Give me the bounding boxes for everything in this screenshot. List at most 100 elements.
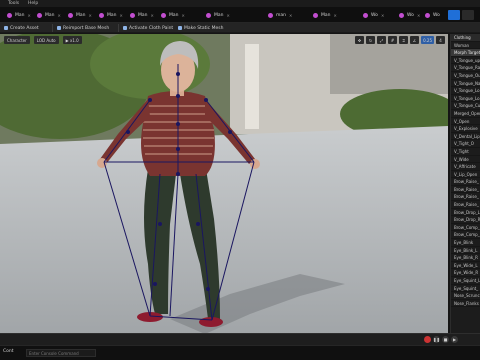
asset-icon bbox=[161, 13, 166, 18]
asset-icon bbox=[268, 13, 273, 18]
status-bar: Cont Enter Console Command bbox=[0, 345, 480, 360]
morph-target-item[interactable]: Brow_Raise_ bbox=[451, 193, 480, 202]
record-button[interactable] bbox=[424, 336, 431, 343]
tab-6[interactable]: Man ✕ bbox=[158, 10, 188, 21]
close-icon[interactable]: ✕ bbox=[182, 13, 185, 18]
morph-target-item[interactable]: V_Tight_O bbox=[451, 140, 480, 148]
asset-icon bbox=[313, 13, 318, 18]
tab-7[interactable]: Man ✕ bbox=[203, 10, 233, 21]
tab-4[interactable]: Man ✕ bbox=[96, 10, 126, 21]
morph-target-item[interactable]: V_Tongue_Lo bbox=[451, 87, 480, 95]
asset-icon bbox=[99, 13, 104, 18]
character-menu-button[interactable]: Character bbox=[4, 36, 30, 44]
create-asset-label: Create Asset bbox=[10, 25, 39, 31]
morph-target-item[interactable]: Nose_Scrunc bbox=[451, 292, 480, 300]
morph-target-item[interactable]: Brow_Comp_ bbox=[451, 224, 480, 232]
morph-target-item[interactable]: V_Tongue_Cu bbox=[451, 102, 480, 110]
morph-target-item[interactable]: Brow_Raise_ bbox=[451, 201, 480, 209]
tab-label: Man bbox=[45, 13, 55, 18]
tab-2[interactable]: Man ✕ bbox=[34, 10, 64, 21]
create-asset-button[interactable]: Create Asset bbox=[4, 24, 39, 32]
morph-target-item[interactable]: Eye_Blink bbox=[451, 239, 480, 247]
close-icon[interactable]: ✕ bbox=[28, 13, 31, 18]
morph-target-item[interactable]: Merged_Open bbox=[451, 110, 480, 118]
close-icon[interactable]: ✕ bbox=[89, 13, 92, 18]
close-icon[interactable]: ✕ bbox=[58, 13, 61, 18]
console-command-input[interactable]: Enter Console Command bbox=[26, 349, 96, 357]
close-icon[interactable]: ✕ bbox=[151, 13, 154, 18]
tab-11[interactable]: Wo ✕ bbox=[396, 10, 423, 21]
morph-target-item[interactable]: V_Lip_Open bbox=[451, 171, 480, 179]
morph-target-item[interactable]: V_Open bbox=[451, 118, 480, 126]
morph-target-item[interactable]: Brow_Drop_R bbox=[451, 216, 480, 224]
morph-target-item[interactable]: V_Tongue_Ra bbox=[451, 64, 480, 72]
morph-target-item[interactable]: V_Dental_Lip bbox=[451, 133, 480, 141]
close-icon[interactable]: ✕ bbox=[120, 13, 123, 18]
morph-target-item[interactable]: V_Affricate bbox=[451, 163, 480, 171]
stop-icon[interactable]: ■ bbox=[442, 336, 449, 343]
tab-8[interactable]: man ✕ bbox=[265, 10, 295, 21]
morph-target-item[interactable]: V_Tongue_Lo bbox=[451, 95, 480, 103]
close-icon[interactable]: ✕ bbox=[227, 13, 230, 18]
tab-3[interactable]: Man ✕ bbox=[65, 10, 95, 21]
tab-12[interactable]: Wo bbox=[422, 10, 443, 21]
tab-label: Wo bbox=[371, 13, 378, 18]
morph-target-item[interactable]: Eye_Blink_R bbox=[451, 254, 480, 262]
window-menu-button[interactable] bbox=[462, 10, 474, 20]
morph-targets-header[interactable]: Morph Targets bbox=[451, 49, 480, 57]
pause-icon[interactable]: ❚❚ bbox=[433, 336, 440, 343]
morph-target-item[interactable]: V_Tongue_Na bbox=[451, 80, 480, 88]
snap-icon[interactable]: ⌗ bbox=[399, 36, 409, 44]
close-icon[interactable]: ✕ bbox=[381, 13, 384, 18]
playback-speed-button[interactable]: ▶ x1.0 bbox=[62, 36, 82, 44]
asset-icon bbox=[206, 13, 211, 18]
viewport[interactable]: Character LOD Auto ▶ x1.0 ✥ ↻ ⤢ # ⌗ ∠ 0.… bbox=[0, 34, 448, 345]
morph-target-item[interactable]: Eye_Squint_L bbox=[451, 277, 480, 285]
content-drawer-button[interactable]: Cont bbox=[3, 349, 14, 354]
camera-speed-button[interactable]: 0.25 bbox=[421, 36, 434, 44]
panel-subtitle: Woman bbox=[451, 42, 480, 50]
rotate-icon[interactable]: ↻ bbox=[366, 36, 376, 44]
transform-icon[interactable]: ✥ bbox=[355, 36, 365, 44]
morph-target-item[interactable]: Nose_Flanks bbox=[451, 300, 480, 308]
morph-target-item[interactable]: Brow_Raise_ bbox=[451, 186, 480, 194]
tab-10[interactable]: Wo ✕ bbox=[360, 10, 387, 21]
scale-icon[interactable]: ⤢ bbox=[377, 36, 387, 44]
window-layout-button[interactable] bbox=[448, 10, 460, 20]
asset-icon bbox=[7, 13, 12, 18]
morph-target-item[interactable]: Eye_Squint_ bbox=[451, 285, 480, 293]
angle-snap-icon[interactable]: ∠ bbox=[410, 36, 420, 44]
grid-icon[interactable]: # bbox=[388, 36, 398, 44]
activate-cloth-paint-button[interactable]: Activate Cloth Paint bbox=[123, 24, 173, 32]
fov-readout[interactable]: 4 bbox=[436, 36, 445, 44]
skip-icon[interactable]: ▶ bbox=[451, 336, 458, 343]
tab-label: Man bbox=[76, 13, 86, 18]
close-icon[interactable]: ✕ bbox=[289, 13, 292, 18]
morph-target-item[interactable]: V_Tongue_Ou bbox=[451, 72, 480, 80]
close-icon[interactable]: ✕ bbox=[334, 13, 337, 18]
close-icon[interactable]: ✕ bbox=[417, 13, 420, 18]
reimport-base-mesh-button[interactable]: Reimport Base Mesh bbox=[57, 24, 109, 32]
menu-tools[interactable]: Tools bbox=[8, 1, 19, 6]
morph-target-item[interactable]: Brow_Raise_ bbox=[451, 178, 480, 186]
asset-icon bbox=[130, 13, 135, 18]
reimport-icon bbox=[57, 26, 61, 30]
morph-target-item[interactable]: Eye_Wide_L bbox=[451, 262, 480, 270]
tab-9[interactable]: Man ✕ bbox=[310, 10, 340, 21]
morph-target-item[interactable]: V_Tongue_up bbox=[451, 57, 480, 65]
morph-target-item[interactable]: Brow_Comp_ bbox=[451, 231, 480, 240]
morph-target-item[interactable]: Brow_Drop_L bbox=[451, 209, 480, 217]
morph-target-item[interactable]: V_Wide bbox=[451, 156, 480, 164]
menu-help[interactable]: Help bbox=[28, 1, 38, 6]
morph-target-item[interactable]: V_Tight bbox=[451, 148, 480, 156]
morph-target-item[interactable]: V_Explosive bbox=[451, 125, 480, 133]
brush-icon bbox=[123, 26, 127, 30]
tab-1[interactable]: Man ✕ bbox=[4, 10, 34, 21]
tab-5[interactable]: Man ✕ bbox=[127, 10, 157, 21]
lod-selector[interactable]: LOD Auto bbox=[33, 36, 59, 44]
morph-target-item[interactable]: Eye_Blink_L bbox=[451, 247, 480, 255]
morph-target-item[interactable]: Eye_Wide_R bbox=[451, 269, 480, 277]
make-static-mesh-button[interactable]: Make Static Mesh bbox=[178, 24, 223, 32]
plus-icon bbox=[4, 26, 8, 30]
character-right-hand bbox=[250, 159, 260, 169]
